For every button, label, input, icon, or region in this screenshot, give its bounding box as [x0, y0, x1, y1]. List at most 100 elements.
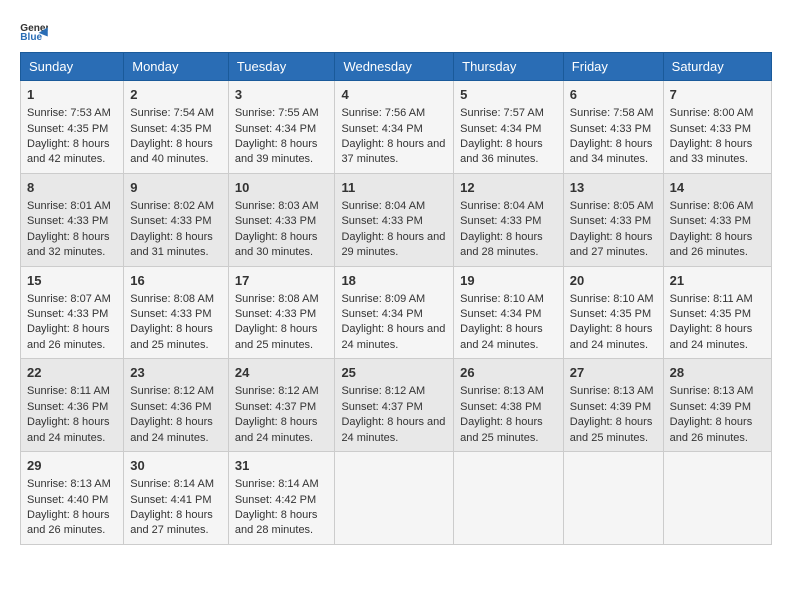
sunset-text: Sunset: 4:34 PM	[460, 308, 541, 320]
day-number: 18	[341, 272, 447, 290]
day-number: 7	[670, 86, 765, 104]
daylight-text: Daylight: 8 hours and 32 minutes.	[27, 231, 110, 258]
calendar-cell: 31Sunrise: 8:14 AMSunset: 4:42 PMDayligh…	[228, 452, 335, 545]
day-number: 6	[570, 86, 657, 104]
daylight-text: Daylight: 8 hours and 29 minutes.	[341, 231, 445, 258]
sunrise-text: Sunrise: 8:01 AM	[27, 200, 111, 212]
day-number: 20	[570, 272, 657, 290]
sunrise-text: Sunrise: 8:13 AM	[670, 385, 754, 397]
sunrise-text: Sunrise: 8:13 AM	[570, 385, 654, 397]
daylight-text: Daylight: 8 hours and 27 minutes.	[570, 231, 653, 258]
sunset-text: Sunset: 4:33 PM	[341, 215, 422, 227]
day-number: 29	[27, 457, 117, 475]
daylight-text: Daylight: 8 hours and 27 minutes.	[130, 509, 213, 536]
day-number: 14	[670, 179, 765, 197]
sunset-text: Sunset: 4:33 PM	[130, 215, 211, 227]
sunset-text: Sunset: 4:38 PM	[460, 401, 541, 413]
day-number: 28	[670, 364, 765, 382]
week-row: 15 Sunrise: 8:07 AM Sunset: 4:33 PM Dayligh…	[21, 266, 772, 359]
day-number: 27	[570, 364, 657, 382]
sunset-text: Sunset: 4:33 PM	[235, 308, 316, 320]
day-number: 5	[460, 86, 557, 104]
day-number: 21	[670, 272, 765, 290]
calendar-cell: 27Sunrise: 8:13 AMSunset: 4:39 PMDayligh…	[563, 359, 663, 452]
day-number: 1	[27, 86, 117, 104]
day-number: 13	[570, 179, 657, 197]
sunset-text: Sunset: 4:34 PM	[341, 123, 422, 135]
day-number: 22	[27, 364, 117, 382]
daylight-text: Daylight: 8 hours and 33 minutes.	[670, 138, 753, 165]
sunset-text: Sunset: 4:35 PM	[670, 308, 751, 320]
sunset-text: Sunset: 4:33 PM	[670, 123, 751, 135]
calendar-cell: 14Sunrise: 8:06 AMSunset: 4:33 PMDayligh…	[663, 173, 771, 266]
logo-icon: General Blue	[20, 20, 48, 42]
day-number: 2	[130, 86, 222, 104]
sunrise-text: Sunrise: 8:12 AM	[130, 385, 214, 397]
calendar-cell: 20Sunrise: 8:10 AMSunset: 4:35 PMDayligh…	[563, 266, 663, 359]
header-tuesday: Tuesday	[228, 53, 335, 81]
header-row: SundayMondayTuesdayWednesdayThursdayFrid…	[21, 53, 772, 81]
daylight-text: Daylight: 8 hours and 24 minutes.	[235, 416, 318, 443]
calendar-cell: 22Sunrise: 8:11 AMSunset: 4:36 PMDayligh…	[21, 359, 124, 452]
day-number: 4	[341, 86, 447, 104]
daylight-text: Daylight: 8 hours and 25 minutes.	[130, 323, 213, 350]
sunset-text: Sunset: 4:40 PM	[27, 494, 108, 506]
week-row: 8Sunrise: 8:01 AMSunset: 4:33 PMDaylight…	[21, 173, 772, 266]
day-number: 3	[235, 86, 329, 104]
daylight-text: Daylight: 8 hours and 39 minutes.	[235, 138, 318, 165]
sunrise-text: Sunrise: 8:13 AM	[460, 385, 544, 397]
daylight-text: Daylight: 8 hours and 24 minutes.	[460, 323, 543, 350]
day-number: 12	[460, 179, 557, 197]
sunset-text: Sunset: 4:35 PM	[130, 123, 211, 135]
daylight-text: Daylight: 8 hours and 31 minutes.	[130, 231, 213, 258]
calendar-cell	[563, 452, 663, 545]
sunset-text: Sunset: 4:41 PM	[130, 494, 211, 506]
daylight-text: Daylight: 8 hours and 24 minutes.	[27, 416, 110, 443]
day-number: 25	[341, 364, 447, 382]
day-number: 9	[130, 179, 222, 197]
header-thursday: Thursday	[454, 53, 564, 81]
daylight-text: Daylight: 8 hours and 42 minutes.	[27, 138, 110, 165]
daylight-text: Daylight: 8 hours and 28 minutes.	[460, 231, 543, 258]
day-number: 19	[460, 272, 557, 290]
calendar-cell: 15Sunrise: 8:07 AMSunset: 4:33 PMDayligh…	[21, 266, 124, 359]
sunrise-text: Sunrise: 8:11 AM	[670, 293, 753, 305]
sunset-text: Sunset: 4:34 PM	[460, 123, 541, 135]
daylight-text: Daylight: 8 hours and 25 minutes.	[570, 416, 653, 443]
daylight-text: Daylight: 8 hours and 25 minutes.	[235, 323, 318, 350]
calendar-cell: 29Sunrise: 8:13 AMSunset: 4:40 PMDayligh…	[21, 452, 124, 545]
sunrise-text: Sunrise: 8:07 AM	[27, 293, 111, 305]
sunset-text: Sunset: 4:35 PM	[27, 123, 108, 135]
calendar-cell: 26 Sunrise: 8:13 AM Sunset: 4:38 PM Dayligh…	[454, 359, 564, 452]
daylight-text: Daylight: 8 hours and 25 minutes.	[460, 416, 543, 443]
sunrise-text: Sunrise: 7:56 AM	[341, 107, 425, 119]
sunrise-text: Sunrise: 8:12 AM	[235, 385, 319, 397]
day-number: 26	[460, 364, 557, 382]
calendar-cell: 10Sunrise: 8:03 AMSunset: 4:33 PMDayligh…	[228, 173, 335, 266]
sunrise-text: Sunrise: 8:04 AM	[341, 200, 425, 212]
sunset-text: Sunset: 4:35 PM	[570, 308, 651, 320]
day-number: 15	[27, 272, 117, 290]
daylight-text: Daylight: 8 hours and 24 minutes.	[130, 416, 213, 443]
calendar-cell: 28Sunrise: 8:13 AMSunset: 4:39 PMDayligh…	[663, 359, 771, 452]
header-monday: Monday	[124, 53, 229, 81]
sunset-text: Sunset: 4:39 PM	[670, 401, 751, 413]
sunrise-text: Sunrise: 8:14 AM	[130, 478, 214, 490]
calendar-cell	[663, 452, 771, 545]
calendar-cell: 5Sunrise: 7:57 AMSunset: 4:34 PMDaylight…	[454, 81, 564, 174]
calendar-cell: 7Sunrise: 8:00 AMSunset: 4:33 PMDaylight…	[663, 81, 771, 174]
daylight-text: Daylight: 8 hours and 36 minutes.	[460, 138, 543, 165]
daylight-text: Daylight: 8 hours and 24 minutes.	[341, 416, 445, 443]
sunset-text: Sunset: 4:33 PM	[570, 215, 651, 227]
calendar-cell: 9Sunrise: 8:02 AMSunset: 4:33 PMDaylight…	[124, 173, 229, 266]
daylight-text: Daylight: 8 hours and 26 minutes.	[670, 231, 753, 258]
day-number: 24	[235, 364, 329, 382]
week-row: 29Sunrise: 8:13 AMSunset: 4:40 PMDayligh…	[21, 452, 772, 545]
sunrise-text: Sunrise: 8:08 AM	[130, 293, 214, 305]
sunrise-text: Sunrise: 8:04 AM	[460, 200, 544, 212]
calendar-cell: 6Sunrise: 7:58 AMSunset: 4:33 PMDaylight…	[563, 81, 663, 174]
sunrise-text: Sunrise: 8:05 AM	[570, 200, 654, 212]
calendar-cell: 25Sunrise: 8:12 AMSunset: 4:37 PMDayligh…	[335, 359, 454, 452]
calendar-cell: 30Sunrise: 8:14 AMSunset: 4:41 PMDayligh…	[124, 452, 229, 545]
daylight-text: Daylight: 8 hours and 26 minutes.	[27, 323, 110, 350]
